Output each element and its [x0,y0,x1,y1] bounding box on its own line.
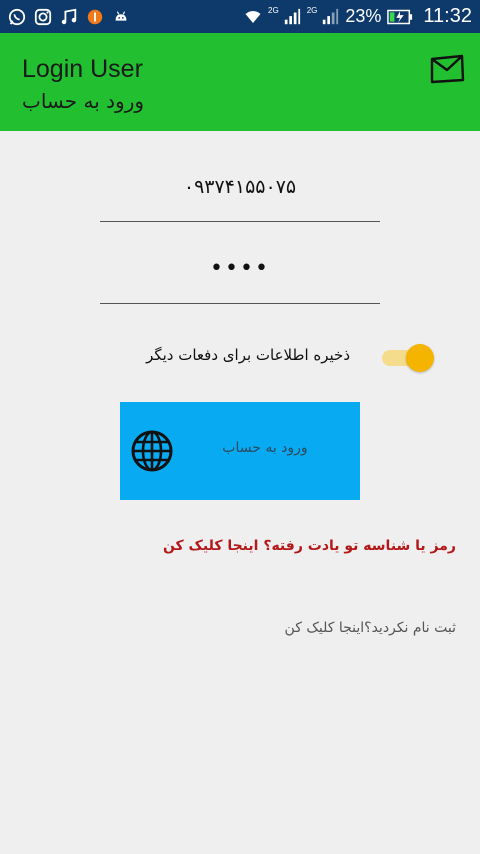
forgot-password-link[interactable]: رمز یا شناسه تو یادت رفته؟ اینجا کلیک کن [56,538,456,554]
phone-field[interactable]: ۰۹۳۷۴۱۵۵۰۷۵ [100,170,380,222]
whatsapp-icon [8,8,26,26]
status-left-icons [8,8,130,26]
register-link[interactable]: ثبت نام نکردید؟اینجا کلیک کن [56,620,456,636]
status-bar: 2G 2G 23% 11:32 [0,0,480,33]
remember-label: ذخیره اطلاعات برای دفعات دیگر [146,346,350,364]
remember-toggle[interactable] [382,344,434,372]
network-label: 2G [268,6,279,15]
signal-icon [283,8,301,26]
login-button-label: ورود به حساب [222,440,308,456]
password-value: •••• [210,256,270,281]
music-icon [60,8,78,26]
android-icon [112,8,130,26]
status-right-icons: 2G 2G 23% 11:32 [244,5,472,28]
mail-icon[interactable] [428,53,466,85]
battery-charging-icon [387,8,413,26]
phone-value: ۰۹۳۷۴۱۵۵۰۷۵ [183,176,297,198]
app-subtitle: ورود به حساب [22,89,145,113]
globe-icon [130,429,174,473]
password-field[interactable]: •••• [100,252,380,304]
notification-badge-icon [86,8,104,26]
wifi-icon [244,8,262,26]
app-title: Login User [22,55,143,83]
login-screen: 2G 2G 23% 11:32 Login User ورود به حساب [0,0,480,854]
battery-percent: 23% [345,6,382,26]
app-bar: Login User ورود به حساب [0,33,480,131]
toggle-thumb [406,344,434,372]
instagram-icon [34,8,52,26]
login-button[interactable]: ورود به حساب [120,402,360,500]
clock: 11:32 [423,5,472,27]
network-label: 2G [306,6,318,15]
signal-icon [321,8,339,26]
